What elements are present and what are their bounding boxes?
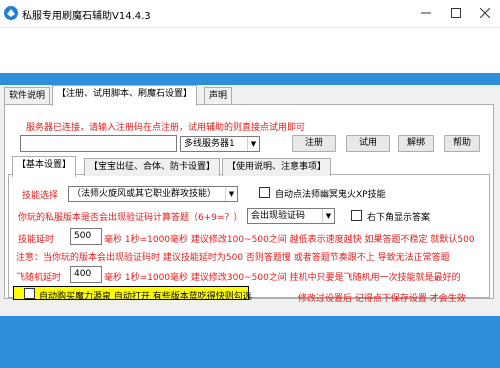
title-bar: 私服专用刷魔石辅助V14.4.3 bbox=[0, 0, 500, 28]
skill-delay-desc: 毫秒 1秒=1000毫秒 建议修改100~500之间 越低表示速度越快 如果答题… bbox=[104, 235, 475, 245]
fly-delay-input[interactable]: 400 bbox=[70, 266, 102, 283]
server-status-text: 服务器已连接，请输入注册码在点注册，试用辅助的则直接点试用即可 bbox=[26, 123, 306, 133]
window-title: 私服专用刷魔石辅助V14.4.3 bbox=[22, 11, 151, 22]
show-answer-label: 右下角显示答案 bbox=[367, 213, 431, 223]
main-tab-strip: 软件说明 【注册、试用脚本、刷魔石设置】 声明 bbox=[0, 85, 500, 106]
skill-delay-label: 技能延时 bbox=[18, 235, 55, 245]
minimize-button[interactable] bbox=[412, 0, 440, 26]
maximize-button[interactable] bbox=[442, 0, 470, 26]
accent-band-top bbox=[0, 73, 500, 85]
help-button[interactable]: 帮助 bbox=[444, 135, 480, 152]
app-window: 私服专用刷魔石辅助V14.4.3 软件说明 【注册、试用脚本、刷魔石设置】 声明… bbox=[0, 0, 500, 368]
close-button[interactable] bbox=[471, 0, 499, 26]
register-code-input[interactable] bbox=[20, 135, 177, 152]
tab-pet-settings[interactable]: 【宝宝出征、合体、防卡设置】 bbox=[84, 158, 221, 176]
show-answer-checkbox[interactable] bbox=[351, 210, 362, 221]
tab-software-info[interactable]: 软件说明 bbox=[4, 87, 51, 105]
register-button[interactable]: 注册 bbox=[292, 135, 336, 152]
tab-basic-settings[interactable]: 【基本设置】 bbox=[12, 156, 77, 177]
chevron-down-icon: ▼ bbox=[247, 137, 259, 151]
auto-ghost-fire-label: 自动点法师幽冥鬼火XP技能 bbox=[275, 190, 386, 200]
captcha-select[interactable]: 会出现验证码 ▼ bbox=[247, 208, 335, 224]
tab-register-settings[interactable]: 【注册、试用脚本、刷魔石设置】 bbox=[52, 85, 198, 106]
skill-delay-input[interactable]: 500 bbox=[70, 228, 102, 245]
captcha-question-label: 你玩的私服版本是否会出现验证码计算答题（6+9=？） bbox=[18, 213, 243, 223]
server-select[interactable]: 多线服务器1 ▼ bbox=[180, 136, 260, 152]
auto-buy-checkbox[interactable] bbox=[24, 288, 35, 299]
maximize-icon bbox=[451, 8, 461, 18]
header-area bbox=[0, 28, 500, 73]
trial-button[interactable]: 试用 bbox=[346, 135, 390, 152]
auto-ghost-fire-checkbox[interactable] bbox=[259, 187, 270, 198]
close-icon bbox=[480, 8, 490, 18]
server-select-value: 多线服务器1 bbox=[184, 139, 235, 149]
minimize-icon bbox=[421, 12, 431, 14]
fly-delay-desc: 毫秒 1秒=1000毫秒 建议修改300~500之间 挂机中只要是飞随机用一次技… bbox=[104, 273, 461, 283]
auto-buy-label: 自动购买魔力源泉 自动打开 有些版本蓝吃得快则勾选 bbox=[39, 292, 252, 302]
skill-select-value: （法师火旋风或其它职业群攻技能） bbox=[72, 189, 217, 199]
fly-delay-label: 飞随机延时 bbox=[16, 273, 62, 283]
captcha-select-value: 会出现验证码 bbox=[251, 211, 306, 221]
unbind-button[interactable]: 解绑 bbox=[398, 135, 434, 152]
app-logo-icon bbox=[4, 6, 18, 20]
captcha-note: 注意：当你玩的版本会出现验证码时 建议技能延时为500 否则答题慢 或者答题节奏… bbox=[16, 253, 450, 263]
tab-usage-notes[interactable]: 【使用说明、注意事项】 bbox=[222, 158, 332, 176]
chevron-down-icon: ▼ bbox=[225, 187, 237, 201]
chevron-down-icon: ▼ bbox=[322, 209, 334, 223]
tab-statement[interactable]: 声明 bbox=[204, 87, 233, 105]
save-settings-note: 修改过设置后 记得点下保存设置 才会生效 bbox=[298, 294, 466, 304]
accent-band-bottom bbox=[0, 316, 500, 368]
skill-label: 技能选择 bbox=[22, 191, 59, 201]
skill-select[interactable]: （法师火旋风或其它职业群攻技能） ▼ bbox=[68, 186, 238, 202]
